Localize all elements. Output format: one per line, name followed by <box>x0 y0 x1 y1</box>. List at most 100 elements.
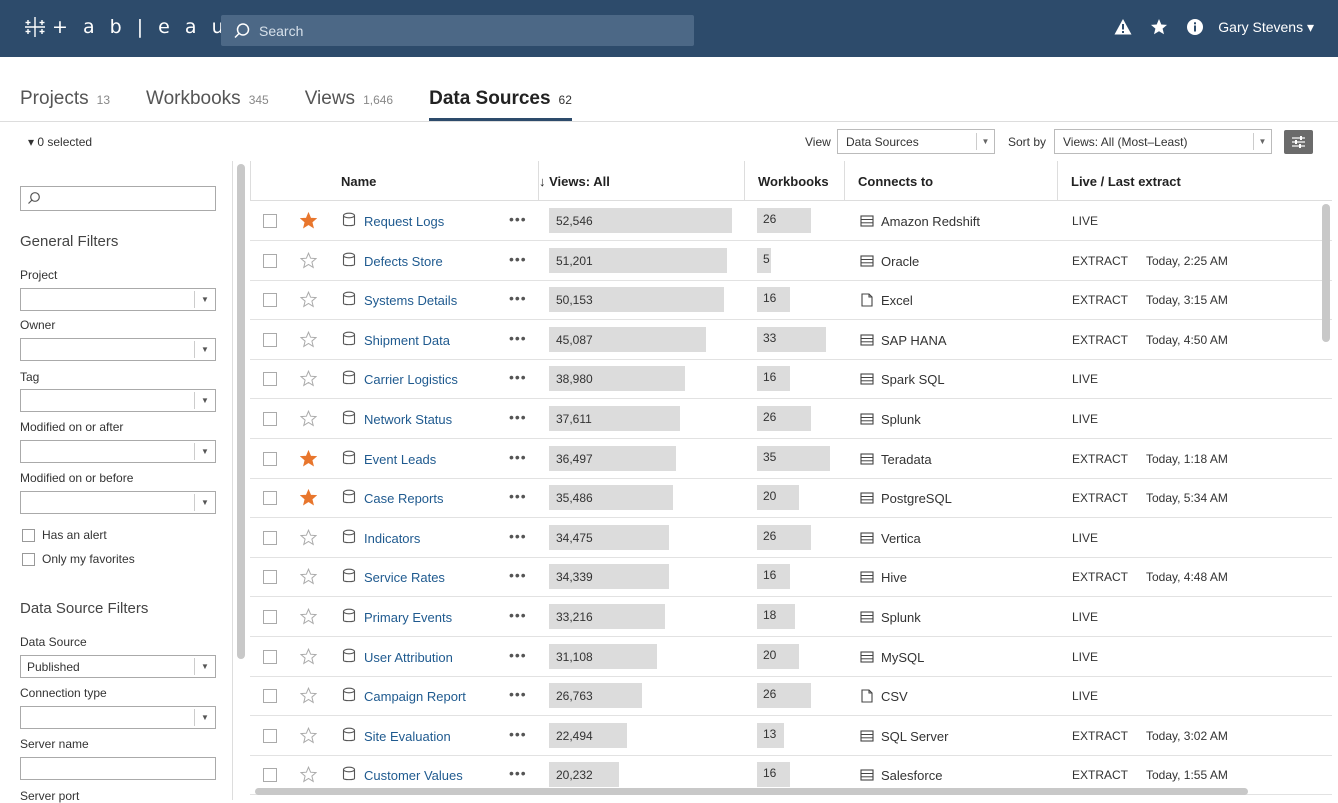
more-actions-icon[interactable]: ••• <box>509 330 527 346</box>
more-actions-icon[interactable]: ••• <box>509 251 527 267</box>
table-row[interactable]: Case Reports ••• 35,486 20 PostgreSQL EXTRACT… <box>250 478 1332 519</box>
column-header-workbooks[interactable]: Workbooks <box>758 174 829 189</box>
server-name-input[interactable] <box>20 757 216 780</box>
row-checkbox[interactable] <box>263 530 277 545</box>
more-actions-icon[interactable]: ••• <box>509 528 527 544</box>
tag-select[interactable]: ▼ <box>20 389 216 412</box>
favorite-star-icon[interactable] <box>300 330 317 348</box>
project-select[interactable]: ▼ <box>20 288 216 311</box>
data-source-select[interactable]: Published ▼ <box>20 655 216 678</box>
favorite-star-filled-icon[interactable] <box>300 489 317 506</box>
table-row[interactable]: Shipment Data ••• 45,087 33 SAP HANA EXTRACT T… <box>250 320 1332 360</box>
workbooks-value[interactable]: 20 <box>763 489 776 503</box>
table-vertical-scrollbar[interactable] <box>1322 204 1330 342</box>
workbooks-value[interactable]: 26 <box>763 410 776 424</box>
row-checkbox[interactable] <box>263 412 277 426</box>
workbooks-value[interactable]: 18 <box>763 608 776 622</box>
connection-type-select[interactable]: ▼ <box>20 706 216 729</box>
table-row[interactable]: Carrier Logistics ••• 38,980 16 Spark SQL LIV… <box>250 359 1332 400</box>
workbooks-value[interactable]: 26 <box>763 529 776 543</box>
table-row[interactable]: Campaign Report ••• 26,763 26 CSV LIVE <box>250 676 1332 717</box>
data-source-name-link[interactable]: Site Evaluation <box>364 729 451 744</box>
more-actions-icon[interactable]: ••• <box>509 369 527 385</box>
table-row[interactable]: Site Evaluation ••• 22,494 13 SQL Server EXTR… <box>250 716 1332 756</box>
table-row[interactable]: Service Rates ••• 34,339 16 Hive EXTRACT Today… <box>250 557 1332 598</box>
column-header-views[interactable]: ↓ Views: All <box>539 174 610 189</box>
workbooks-value[interactable]: 16 <box>763 568 776 582</box>
data-source-name-link[interactable]: Indicators <box>364 531 420 546</box>
workbooks-value[interactable]: 26 <box>763 212 776 226</box>
data-source-name-link[interactable]: Case Reports <box>364 491 443 506</box>
workbooks-value[interactable]: 26 <box>763 687 776 701</box>
favorite-star-icon[interactable] <box>300 370 317 387</box>
favorite-star-icon[interactable] <box>300 251 317 269</box>
view-select[interactable]: Data Sources ▼ <box>837 129 995 154</box>
column-header-live[interactable]: Live / Last extract <box>1071 174 1181 189</box>
row-checkbox[interactable] <box>263 768 277 783</box>
favorite-star-icon[interactable] <box>300 687 317 704</box>
info-icon[interactable] <box>1186 18 1204 36</box>
row-checkbox[interactable] <box>263 610 277 624</box>
row-checkbox[interactable] <box>263 451 277 466</box>
filter-search-input[interactable] <box>20 186 216 211</box>
row-checkbox[interactable] <box>263 332 277 347</box>
table-row[interactable]: Defects Store ••• 51,201 5 Oracle EXTRACT Toda… <box>250 241 1332 281</box>
modified-after-select[interactable]: ▼ <box>20 440 216 463</box>
more-actions-icon[interactable]: ••• <box>509 211 527 227</box>
table-row[interactable]: Network Status ••• 37,611 26 Splunk LIVE <box>250 399 1332 439</box>
tableau-logo[interactable]: + a b | e a u <box>22 14 228 40</box>
workbooks-value[interactable]: 5 <box>763 252 770 266</box>
data-source-name-link[interactable]: Defects Store <box>364 254 443 269</box>
favorite-star-icon[interactable] <box>300 291 317 308</box>
more-actions-icon[interactable]: ••• <box>509 686 527 702</box>
more-actions-icon[interactable]: ••• <box>509 409 527 425</box>
data-source-name-link[interactable]: Systems Details <box>364 293 457 308</box>
row-checkbox[interactable] <box>263 689 277 704</box>
favorite-star-icon[interactable] <box>300 647 317 665</box>
data-source-name-link[interactable]: User Attribution <box>364 650 453 665</box>
row-checkbox[interactable] <box>263 293 277 308</box>
only-favorites-checkbox[interactable]: Only my favorites <box>22 552 135 566</box>
workbooks-value[interactable]: 20 <box>763 648 776 662</box>
more-actions-icon[interactable]: ••• <box>509 726 527 742</box>
has-alert-checkbox[interactable]: Has an alert <box>22 528 107 542</box>
workbooks-value[interactable]: 16 <box>763 291 776 305</box>
favorite-star-filled-icon[interactable] <box>300 212 317 229</box>
tab-data-sources[interactable]: Data Sources 62 <box>429 88 572 121</box>
more-actions-icon[interactable]: ••• <box>509 290 527 306</box>
workbooks-value[interactable]: 33 <box>763 331 776 345</box>
row-checkbox[interactable] <box>263 214 277 228</box>
table-horizontal-scrollbar[interactable] <box>255 788 1248 795</box>
workbooks-value[interactable]: 13 <box>763 727 776 741</box>
more-actions-icon[interactable]: ••• <box>509 449 527 465</box>
column-header-name[interactable]: Name <box>341 174 376 189</box>
data-source-name-link[interactable]: Carrier Logistics <box>364 372 458 387</box>
workbooks-value[interactable]: 35 <box>763 450 776 464</box>
tab-views[interactable]: Views 1,646 <box>305 88 393 121</box>
alert-icon[interactable] <box>1114 18 1132 36</box>
tab-workbooks[interactable]: Workbooks 345 <box>146 88 269 121</box>
data-source-name-link[interactable]: Shipment Data <box>364 333 450 348</box>
table-row[interactable]: Primary Events ••• 33,216 18 Splunk LIVE <box>250 597 1332 637</box>
favorite-star-filled-icon[interactable] <box>300 449 317 467</box>
row-checkbox[interactable] <box>263 253 277 268</box>
table-row[interactable]: Systems Details ••• 50,153 16 Excel EXTRACT To… <box>250 280 1332 321</box>
data-source-name-link[interactable]: Event Leads <box>364 452 436 467</box>
data-source-name-link[interactable]: Customer Values <box>364 768 463 783</box>
modified-before-select[interactable]: ▼ <box>20 491 216 514</box>
sort-select[interactable]: Views: All (Most–Least) ▼ <box>1054 129 1272 154</box>
row-checkbox[interactable] <box>263 570 277 585</box>
favorites-icon[interactable] <box>1150 18 1168 36</box>
owner-select[interactable]: ▼ <box>20 338 216 361</box>
tab-projects[interactable]: Projects 13 <box>20 88 110 121</box>
table-row[interactable]: Event Leads ••• 36,497 35 Teradata EXTRACT Tod… <box>250 439 1332 479</box>
data-source-name-link[interactable]: Primary Events <box>364 610 452 625</box>
table-row[interactable]: Indicators ••• 34,475 26 Vertica LIVE <box>250 518 1332 558</box>
row-checkbox[interactable] <box>263 372 277 387</box>
row-checkbox[interactable] <box>263 491 277 506</box>
more-actions-icon[interactable]: ••• <box>509 607 527 623</box>
data-source-name-link[interactable]: Service Rates <box>364 570 445 585</box>
favorite-star-icon[interactable] <box>300 410 317 427</box>
sidebar-scrollbar[interactable] <box>237 164 245 659</box>
row-checkbox[interactable] <box>263 728 277 743</box>
